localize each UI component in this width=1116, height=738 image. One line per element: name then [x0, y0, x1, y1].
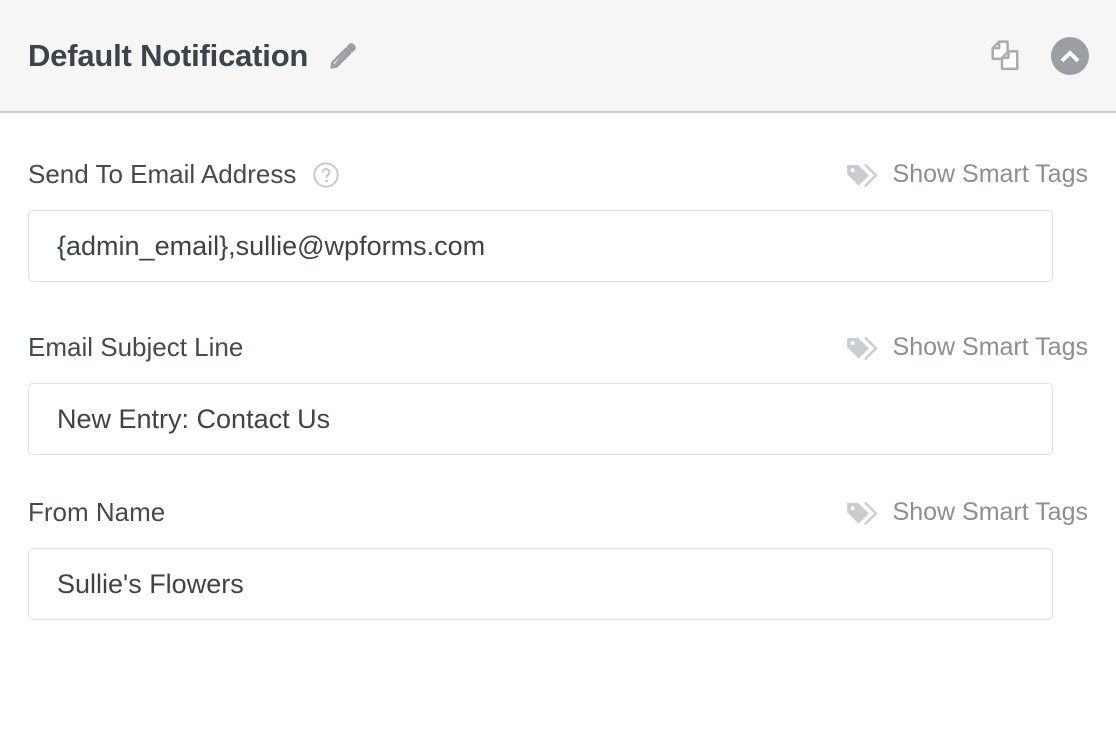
tags-icon	[845, 160, 879, 190]
panel-header-actions	[988, 36, 1090, 76]
show-smart-tags-link[interactable]: Show Smart Tags	[845, 333, 1088, 363]
send-to-email-address-input[interactable]	[28, 210, 1053, 282]
show-smart-tags-link[interactable]: Show Smart Tags	[845, 498, 1088, 528]
panel-header-left: Default Notification	[28, 38, 988, 74]
field-header-row: From Name Show Smart Tags	[28, 497, 1088, 528]
tags-icon	[845, 498, 879, 528]
field-label: From Name	[28, 497, 166, 527]
field-header-row: Email Subject Line Show Smart Tags	[28, 332, 1088, 363]
field-label: Send To Email Address	[28, 159, 297, 189]
field-label-wrap: From Name	[28, 497, 165, 528]
notification-settings-panel: Default Notification Send To Email Addre…	[0, 0, 1116, 738]
show-smart-tags-label: Show Smart Tags	[892, 160, 1088, 188]
page-title: Default Notification	[28, 37, 309, 73]
question-circle-icon[interactable]	[312, 161, 340, 189]
panel-body: Send To Email Address Show Smart Tags {a…	[0, 113, 1116, 620]
from-name-input[interactable]	[28, 548, 1053, 620]
field-label-wrap: Email Subject Line	[28, 332, 243, 363]
email-subject-line-input[interactable]	[28, 383, 1053, 455]
field-email-subject-line: Email Subject Line Show Smart Tags	[28, 332, 1088, 455]
show-smart-tags-label: Show Smart Tags	[892, 498, 1088, 526]
field-from-name: From Name Show Smart Tags	[28, 497, 1088, 620]
tags-icon	[845, 333, 879, 363]
field-label-wrap: Send To Email Address	[28, 159, 340, 190]
show-smart-tags-label: Show Smart Tags	[892, 333, 1088, 361]
show-smart-tags-link[interactable]: Show Smart Tags	[845, 160, 1088, 190]
field-send-to-email-address: Send To Email Address Show Smart Tags {a…	[28, 159, 1088, 282]
field-label: Email Subject Line	[28, 332, 244, 362]
pencil-icon[interactable]	[326, 39, 360, 73]
chevron-up-circle-icon[interactable]	[1050, 36, 1090, 76]
panel-header: Default Notification	[0, 0, 1116, 113]
copy-pages-icon[interactable]	[988, 37, 1026, 75]
field-header-row: Send To Email Address Show Smart Tags	[28, 159, 1088, 190]
